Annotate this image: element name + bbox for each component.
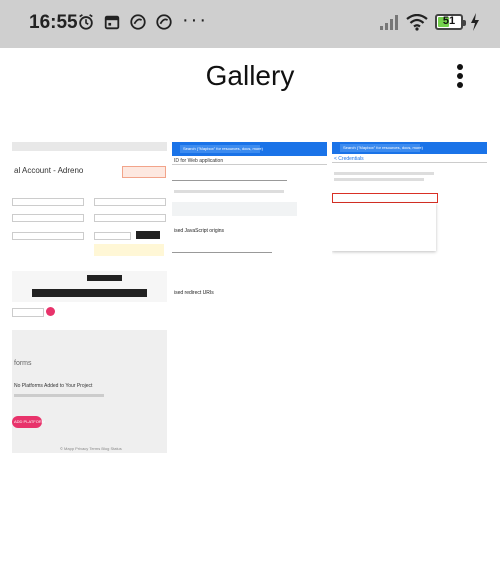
thumb-projects-area bbox=[12, 330, 167, 453]
thumb-field bbox=[12, 214, 84, 222]
thumb-note-box bbox=[172, 202, 297, 216]
charging-bolt-icon bbox=[471, 13, 479, 31]
gallery-thumbnail-2[interactable]: Search ("Mapbox" for resources, docs, mo… bbox=[172, 142, 327, 301]
thumb-field bbox=[12, 232, 84, 240]
thumb-taskbar bbox=[32, 289, 147, 297]
thumb-empty-title: No Platforms Added to Your Project bbox=[14, 383, 93, 389]
more-notifications-indicator: ··· bbox=[182, 9, 208, 31]
thumb-footer-links: © Mapp Privacy Terms Blog Status bbox=[60, 446, 122, 451]
thumb-projects-heading: forms bbox=[14, 360, 32, 367]
thumb-heading: al Account - Adreno bbox=[14, 166, 84, 175]
thumb-body-text bbox=[174, 190, 284, 193]
more-vert-icon bbox=[457, 82, 463, 88]
thumb-browser-bar bbox=[12, 142, 167, 151]
signal-icon bbox=[380, 15, 398, 30]
battery-level-text: 51 bbox=[442, 15, 456, 27]
thumb-add-platform-label: ADD PLATFORM bbox=[14, 419, 46, 424]
thumb-alert-chip bbox=[122, 166, 166, 178]
thumb-input-line bbox=[172, 180, 287, 181]
thumb-search-text: Search ("Mapbox" for resources, docs, mo… bbox=[343, 145, 423, 150]
battery-tip bbox=[463, 20, 466, 26]
overflow-menu-button[interactable] bbox=[454, 64, 466, 92]
no-disturb-icon bbox=[130, 14, 146, 30]
thumb-input-error bbox=[332, 193, 438, 203]
thumb-redirects-heading: ised redirect URIs bbox=[174, 290, 214, 296]
thumb-origins-heading: ised JavaScript origins bbox=[174, 228, 225, 234]
thumb-dropdown-menu bbox=[332, 203, 436, 251]
page-title: Gallery bbox=[205, 60, 295, 91]
thumb-submit-btn bbox=[87, 275, 122, 281]
thumb-divider bbox=[172, 164, 327, 165]
thumb-uri-field bbox=[172, 246, 272, 253]
battery-icon: 51 bbox=[435, 14, 466, 30]
thumb-warning-box bbox=[94, 244, 164, 256]
app-bar: Gallery bbox=[0, 48, 500, 110]
more-vert-icon bbox=[457, 64, 463, 70]
alarm-icon bbox=[79, 14, 93, 30]
thumb-body-text bbox=[334, 172, 434, 175]
thumb-search-text: Search ("Mapbox" for resources, docs, mo… bbox=[183, 146, 263, 151]
thumb-body-text bbox=[334, 178, 424, 181]
thumb-field bbox=[94, 214, 166, 222]
thumb-field bbox=[12, 198, 84, 206]
thumb-empty-text bbox=[14, 394, 104, 397]
wifi-icon bbox=[406, 13, 428, 31]
status-time: 16:55 bbox=[29, 12, 78, 33]
gallery-thumbnail-3[interactable]: Search ("Mapbox" for resources, docs, mo… bbox=[332, 142, 487, 258]
gallery-thumbnail-1[interactable]: al Account - Adreno forms No Platforms A… bbox=[12, 142, 167, 453]
thumb-dropdown bbox=[12, 308, 44, 317]
thumb-field bbox=[94, 232, 131, 240]
calendar-icon bbox=[104, 15, 120, 30]
thumb-divider bbox=[332, 162, 487, 163]
status-notification-icons bbox=[77, 13, 173, 31]
more-vert-icon bbox=[457, 73, 463, 79]
status-system-icons: 51 bbox=[379, 13, 480, 31]
no-disturb-icon bbox=[156, 14, 172, 30]
status-bar: 16:55 ··· 51 bbox=[0, 0, 500, 48]
thumb-add-fab bbox=[46, 307, 55, 316]
thumb-field bbox=[94, 198, 166, 206]
thumb-captcha-box bbox=[136, 231, 160, 239]
